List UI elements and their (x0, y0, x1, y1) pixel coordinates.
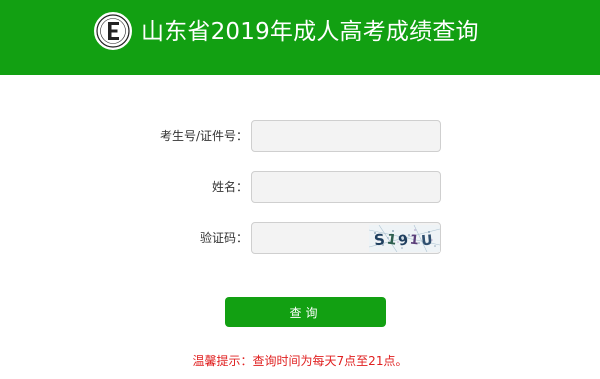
page-title: 山东省2019年成人高考成绩查询 (141, 19, 479, 45)
candidate-id-input[interactable] (251, 120, 441, 152)
name-input[interactable] (251, 171, 441, 203)
exam-authority-logo-icon (94, 12, 132, 50)
query-time-tip: 温馨提示：查询时间为每天7点至21点。 (192, 354, 408, 368)
captcha-label: 验证码： (199, 231, 248, 245)
svg-text:U: U (421, 232, 434, 249)
svg-text:S: S (373, 230, 386, 249)
svg-text:1: 1 (409, 233, 420, 249)
captcha-image[interactable]: S 1 9 1 U (369, 225, 440, 252)
query-button[interactable]: 查询 (225, 297, 386, 327)
candidate-id-label: 考生号/证件号： (159, 129, 248, 143)
name-row: 姓名： (0, 171, 600, 203)
name-label: 姓名： (211, 180, 248, 194)
captcha-row: 验证码： S 1 9 1 U (0, 222, 600, 254)
page-header: 山东省2019年成人高考成绩查询 (0, 0, 600, 75)
candidate-id-row: 考生号/证件号： (0, 120, 600, 152)
